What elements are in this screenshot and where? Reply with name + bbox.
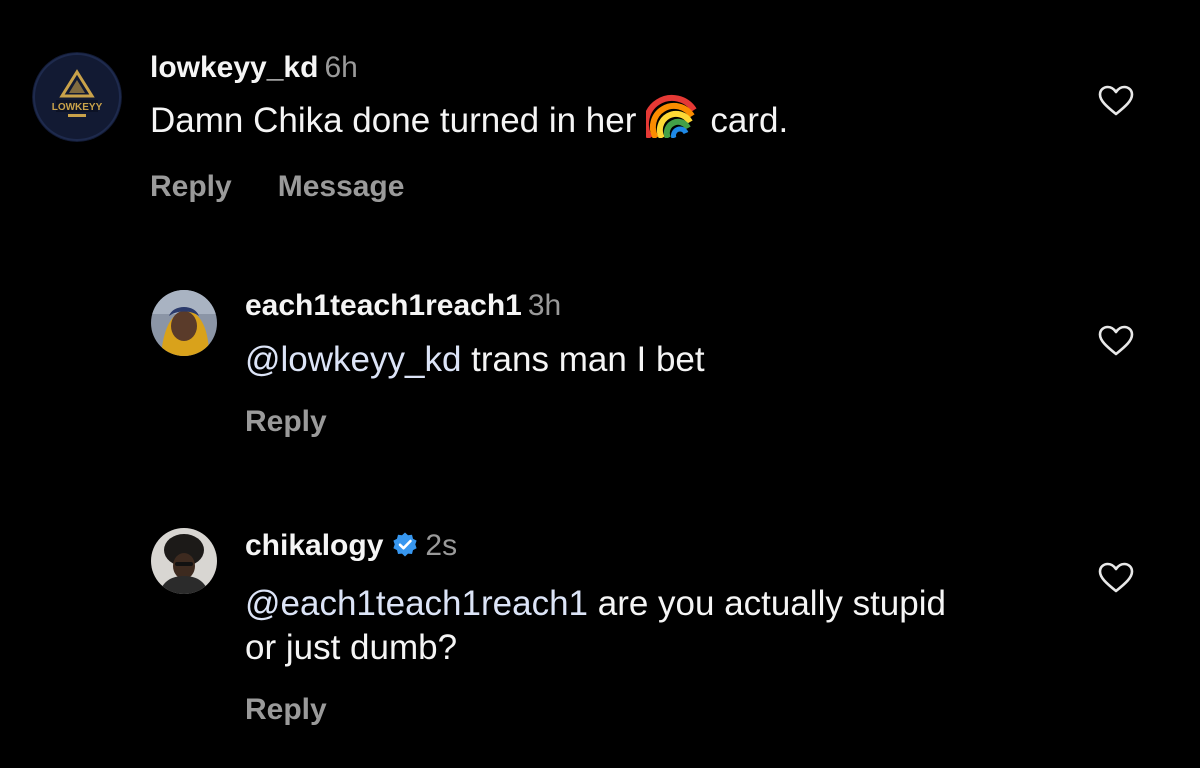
reply-button[interactable]: Reply <box>245 404 327 440</box>
comment-line: @each1teach1reach1 are you actually stup… <box>245 582 946 626</box>
comment-header: each1teach1reach1 3h <box>245 288 705 324</box>
avatar-each1teach1reach1[interactable] <box>151 290 217 356</box>
reply-button[interactable]: Reply <box>150 169 232 205</box>
avatar-lowkeyy-kd[interactable]: LOWKEYY <box>32 52 122 142</box>
username[interactable]: lowkeyy_kd <box>150 51 318 84</box>
verified-badge-icon <box>391 531 419 568</box>
comment-actions: Reply <box>245 692 946 728</box>
comment-header: chikalogy 2s <box>245 528 946 568</box>
timestamp: 3h <box>527 289 562 322</box>
mention-link[interactable]: @lowkeyy_kd <box>245 340 461 379</box>
username[interactable]: chikalogy <box>245 529 383 562</box>
heart-icon[interactable] <box>1098 85 1134 122</box>
username[interactable]: each1teach1reach1 <box>245 289 522 322</box>
comment-text: Damn Chika done turned in her card. <box>150 94 788 149</box>
rainbow-emoji <box>643 94 698 149</box>
comment-text-part: card. <box>710 101 789 140</box>
comment-text-part: are you actually stupid <box>588 584 946 623</box>
comment-text: @lowkeyy_kd trans man I bet <box>245 338 705 382</box>
comment-text: @each1teach1reach1 are you actually stup… <box>245 582 946 670</box>
mention-link[interactable]: @each1teach1reach1 <box>245 584 588 623</box>
comment-header: lowkeyy_kd 6h <box>150 50 788 86</box>
heart-icon[interactable] <box>1098 562 1134 599</box>
heart-icon[interactable] <box>1098 325 1134 362</box>
reply-button[interactable]: Reply <box>245 692 327 728</box>
comment-text-part: trans man I bet <box>461 340 705 379</box>
comment-actions: Reply <box>245 404 705 440</box>
comment-line: or just dumb? <box>245 628 458 667</box>
timestamp: 2s <box>425 529 458 562</box>
avatar-chikalogy[interactable] <box>151 528 217 594</box>
avatar-logo-text: LOWKEYY <box>52 102 103 113</box>
message-button[interactable]: Message <box>278 169 405 205</box>
comment-actions: Reply Message <box>150 169 788 205</box>
timestamp: 6h <box>324 51 358 84</box>
comment-text-part: Damn Chika done turned in her <box>150 101 637 140</box>
